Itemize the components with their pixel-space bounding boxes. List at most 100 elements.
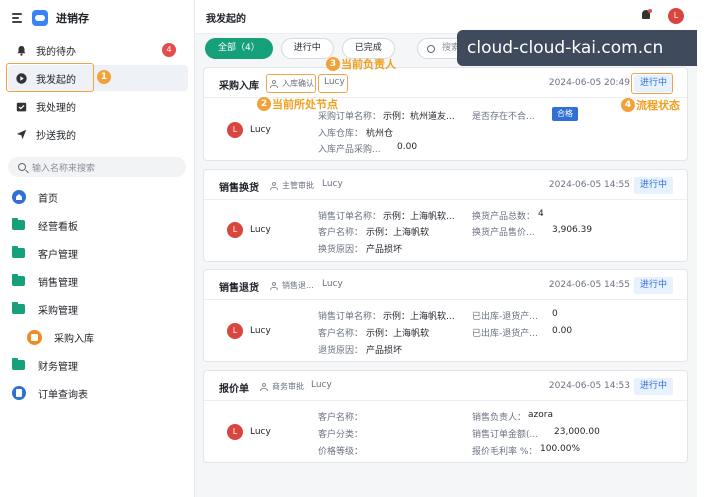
sidebar-search-input[interactable]: 输入名称来搜索 <box>8 157 186 177</box>
field-label: 价格等级： <box>318 447 364 457</box>
approval-card[interactable]: 销售退货 销售退... Lucy 2024-06-05 14:55 进行中 L … <box>203 269 688 362</box>
field-label: 换货产品总数： <box>472 212 536 222</box>
annotation-marker-2: 2 <box>257 97 271 111</box>
field-label: 销售订单名称： <box>318 212 382 222</box>
folder-icon <box>12 358 25 370</box>
field-value: 3,906.39 <box>552 225 593 235</box>
annotation-label-status: 流程状态 <box>636 99 680 112</box>
card-time: 2024-06-05 14:53 <box>548 381 630 391</box>
tree-label: 采购入库 <box>54 333 94 345</box>
sidebar-header: 进销存 <box>12 8 89 28</box>
field-value: 4 <box>538 209 544 219</box>
tree-label: 客户管理 <box>38 249 78 261</box>
app-title: 进销存 <box>56 12 89 25</box>
annotation-highlight-node <box>266 74 316 93</box>
card-time: 2024-06-05 14:55 <box>548 280 630 290</box>
nav-label: 我的待办 <box>36 46 76 58</box>
current-owner: Lucy <box>322 179 343 189</box>
card-header: 销售换货 主管审批 Lucy 2024-06-05 14:55 进行中 <box>204 170 687 200</box>
page-title: 我发起的 <box>206 14 246 25</box>
field-value: 0.00 <box>397 142 418 152</box>
nav-item-my-todo[interactable]: 我的待办 4 <box>8 37 188 63</box>
nav-item-cc-me[interactable]: 抄送我的 <box>8 121 188 147</box>
folder-open-icon <box>12 302 25 314</box>
approval-card[interactable]: 销售换货 主管审批 Lucy 2024-06-05 14:55 进行中 L Lu… <box>203 169 688 262</box>
field-value: 示例：上海帆软 <box>366 329 430 339</box>
app-logo-icon <box>32 10 48 26</box>
tree-label: 销售管理 <box>38 277 78 289</box>
report-icon <box>12 386 26 400</box>
field-value: 23,000.00 <box>554 427 600 437</box>
tree-item-purchasing[interactable]: 采购管理 <box>12 298 78 320</box>
card-time: 2024-06-05 20:49 <box>548 78 630 88</box>
current-node: 主管审批 <box>270 180 314 191</box>
app-window: 进销存 我的待办 4 我发起的 我处理的 抄送我的 输入名称来搜索 首页 经营看… <box>0 0 724 497</box>
annotation-marker-1: 1 <box>97 70 111 84</box>
field-label: 销售订单金额(... <box>472 430 539 440</box>
tab-all[interactable]: 全部（4） <box>205 38 273 59</box>
annotation-label-node: 当前所处节点 <box>272 98 338 111</box>
search-icon <box>18 163 26 171</box>
field-label: 是否存在不合... <box>472 112 535 122</box>
approval-card[interactable]: 报价单 商务审批 Lucy 2024-06-05 14:53 进行中 L Luc… <box>203 370 688 463</box>
annotation-highlight-owner <box>318 74 348 93</box>
field-label: 已出库-退货产... <box>472 329 538 339</box>
field-label: 入库仓库： <box>318 129 364 139</box>
todo-count-badge: 4 <box>162 43 176 57</box>
tree-item-purchase-inbound[interactable]: 采购入库 <box>27 326 94 348</box>
annotation-label-owner: 当前负责人 <box>341 58 396 71</box>
tab-in-progress[interactable]: 进行中 <box>280 38 334 59</box>
watermark-banner: cloud-cloud-kai.com.cn <box>457 30 724 66</box>
notification-bell-icon[interactable] <box>641 9 652 21</box>
tree-item-sales[interactable]: 销售管理 <box>12 270 78 292</box>
annotation-highlight-status <box>631 73 673 94</box>
tree-item-order-query[interactable]: 订单查询表 <box>12 382 88 404</box>
field-value: 杭州仓 <box>366 129 394 139</box>
field-value: 示例：杭州道友... <box>383 112 455 122</box>
field-value: 示例：上海帆软... <box>383 312 455 322</box>
current-owner: Lucy <box>311 380 332 390</box>
avatar: L <box>227 222 243 238</box>
field-label: 退货原因： <box>318 346 364 356</box>
person-icon <box>270 281 278 290</box>
card-title: 报价单 <box>219 384 249 395</box>
field-label: 换货产品售价... <box>472 228 535 238</box>
person-icon <box>270 181 278 190</box>
home-icon <box>12 190 26 204</box>
current-owner: Lucy <box>322 279 343 289</box>
menu-icon[interactable] <box>12 13 24 23</box>
field-value: 0 <box>552 309 558 319</box>
folder-icon <box>12 218 25 230</box>
tree-label: 财务管理 <box>38 361 78 373</box>
tree-item-home[interactable]: 首页 <box>12 186 58 208</box>
field-label: 销售订单名称： <box>318 312 382 322</box>
field-label: 报价毛利率 %： <box>472 447 538 457</box>
field-label: 入库产品采购... <box>318 145 381 155</box>
annotation-highlight-nav <box>6 63 94 92</box>
tree-item-customers[interactable]: 客户管理 <box>12 242 78 264</box>
status-badge: 进行中 <box>633 177 673 194</box>
user-avatar[interactable]: L <box>668 8 684 24</box>
card-header: 销售退货 销售退... Lucy 2024-06-05 14:55 进行中 <box>204 270 687 300</box>
search-icon <box>427 45 435 53</box>
person-icon <box>260 382 268 391</box>
tree-item-dashboard[interactable]: 经营看板 <box>12 214 78 236</box>
card-time: 2024-06-05 14:55 <box>548 180 630 190</box>
tree-label: 采购管理 <box>38 305 78 317</box>
nav-item-processed[interactable]: 我处理的 <box>8 93 188 119</box>
card-user: Lucy <box>250 125 271 135</box>
field-value: 示例：上海帆软 <box>366 228 430 238</box>
field-value: 100.00% <box>540 444 581 454</box>
card-user: Lucy <box>250 427 271 437</box>
calendar-check-icon <box>16 101 27 112</box>
current-node: 销售退... <box>270 280 314 291</box>
card-title: 销售退货 <box>219 283 259 294</box>
top-bar: 我发起的 L <box>195 0 724 34</box>
sidebar-search-placeholder: 输入名称来搜索 <box>32 163 96 174</box>
tree-item-finance[interactable]: 财务管理 <box>12 354 78 376</box>
card-header: 报价单 商务审批 Lucy 2024-06-05 14:53 进行中 <box>204 371 687 401</box>
current-node: 商务审批 <box>260 381 304 392</box>
avatar: L <box>227 424 243 440</box>
field-label: 客户分类： <box>318 430 364 440</box>
right-edge-panel <box>697 0 724 497</box>
